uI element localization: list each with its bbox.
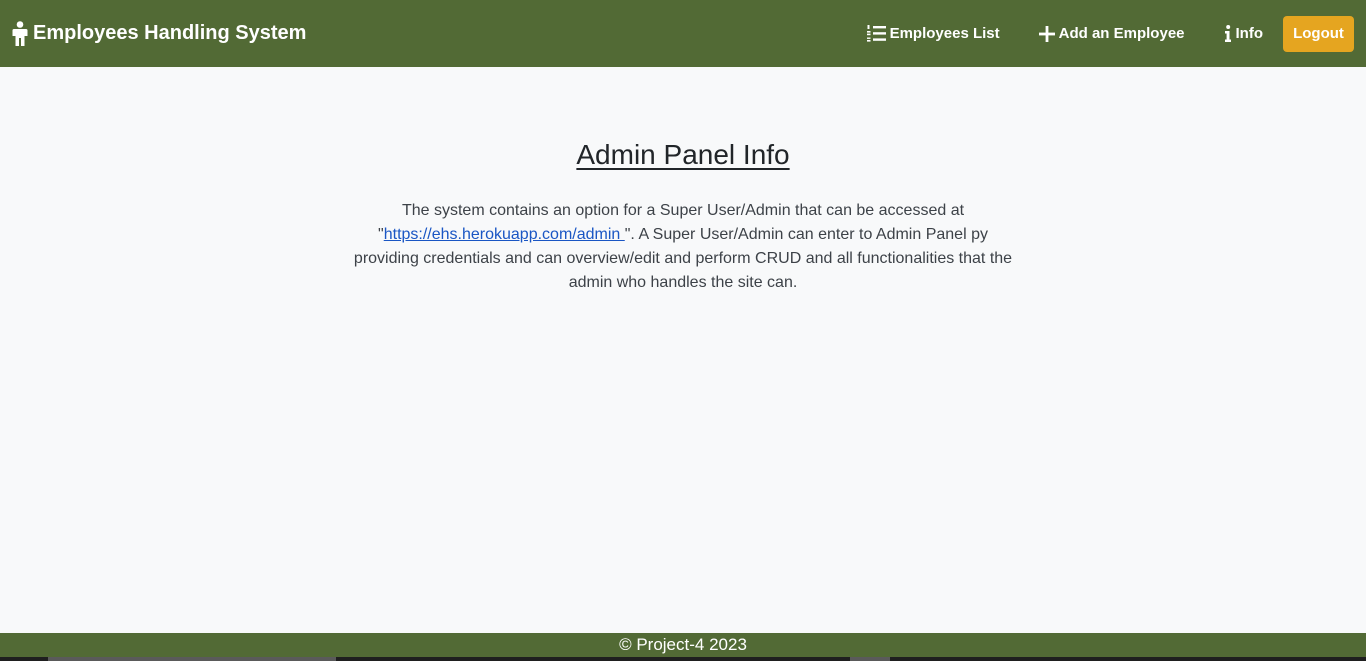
logout-button[interactable]: Logout: [1283, 15, 1354, 52]
nav-add-employee[interactable]: Add an Employee: [1038, 25, 1185, 42]
nav-employees-list-label: Employees List: [889, 25, 1000, 42]
top-navbar: Employees Handling System Employees List…: [0, 0, 1366, 67]
footer-text: © Project-4 2023: [619, 635, 747, 654]
page-title: Admin Panel Info: [576, 139, 790, 170]
admin-link[interactable]: https://ehs.herokuapp.com/admin: [384, 226, 625, 243]
taskbar-strip: [0, 657, 1366, 661]
person-icon: [12, 20, 28, 46]
footer: © Project-4 2023: [0, 633, 1366, 657]
taskbar-segment: [850, 657, 890, 661]
nav-info-label: Info: [1235, 25, 1264, 42]
list-ol-icon: [866, 25, 886, 42]
brand-link[interactable]: Employees Handling System: [11, 0, 306, 67]
nav-links: Employees List Add an Employee Info Logo…: [866, 0, 1354, 67]
info-icon: [1224, 25, 1231, 42]
nav-info[interactable]: Info: [1224, 25, 1264, 42]
brand-title: Employees Handling System: [33, 22, 307, 44]
plus-icon: [1038, 25, 1055, 42]
nav-add-employee-label: Add an Employee: [1058, 25, 1185, 42]
info-paragraph: The system contains an option for a Supe…: [353, 199, 1013, 295]
taskbar-segment: [48, 657, 336, 661]
main-content: Admin Panel Info The system contains an …: [0, 67, 1366, 633]
nav-employees-list[interactable]: Employees List: [866, 25, 1000, 42]
